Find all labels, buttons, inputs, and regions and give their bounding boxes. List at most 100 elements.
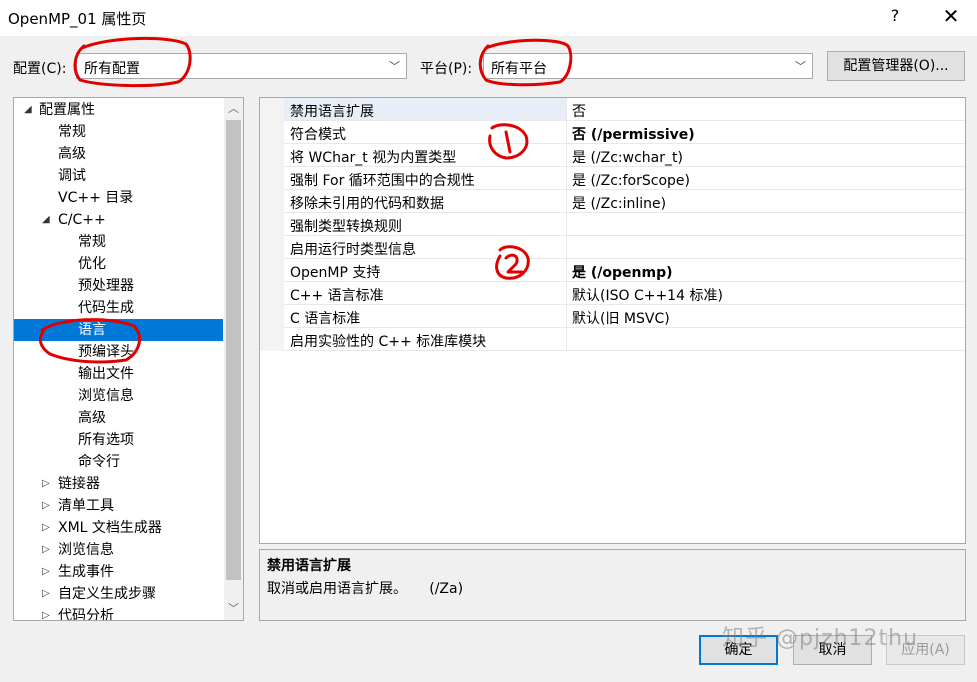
tree-item[interactable]: 高级 [14, 143, 223, 165]
tree-item[interactable]: ▷ 生成事件 [14, 561, 223, 583]
tree-item[interactable]: ◢ 配置属性 [14, 99, 223, 121]
chevron-down-icon: ﹀ [389, 60, 400, 73]
property-value[interactable]: 是 (/Zc:wchar_t) [572, 147, 683, 167]
tree-item[interactable]: 预处理器 [14, 275, 223, 297]
tree-item[interactable]: 高级 [14, 407, 223, 429]
property-row[interactable]: 启用实验性的 C++ 标准库模块 [284, 328, 965, 351]
property-name: 移除未引用的代码和数据 [290, 196, 444, 212]
config-label: 配置(C): [13, 61, 67, 77]
title-bar: OpenMP_01 属性页 ? ✕ [0, 0, 977, 36]
tree-item-label: 优化 [78, 256, 106, 272]
tree-item[interactable]: 所有选项 [14, 429, 223, 451]
property-row[interactable]: 启用运行时类型信息 [284, 236, 965, 259]
property-name: 强制类型转换规则 [290, 219, 402, 235]
tree-item-label: 预编译头 [78, 344, 134, 360]
tree-item[interactable]: 语言 [14, 319, 223, 341]
collapsed-arrow-icon[interactable]: ▷ [42, 605, 50, 620]
tree-item-label: 代码分析 [58, 608, 114, 621]
tree-item[interactable]: ▷ 清单工具 [14, 495, 223, 517]
help-button[interactable]: ? [886, 6, 904, 25]
tree-item-label: 预处理器 [78, 278, 134, 294]
tree-item[interactable]: ▷ XML 文档生成器 [14, 517, 223, 539]
property-value[interactable]: 是 (/openmp) [572, 262, 673, 282]
tree-item-label: 高级 [78, 410, 106, 426]
tree-item[interactable]: 代码生成 [14, 297, 223, 319]
column-divider [566, 121, 567, 144]
tree-item[interactable]: 常规 [14, 231, 223, 253]
tree-item[interactable]: 常规 [14, 121, 223, 143]
property-row[interactable]: C 语言标准 默认(旧 MSVC) [284, 305, 965, 328]
scroll-thumb[interactable] [226, 120, 241, 580]
column-divider [566, 190, 567, 213]
property-value[interactable]: 否 [572, 101, 586, 121]
collapsed-arrow-icon[interactable]: ▷ [42, 539, 50, 561]
collapsed-arrow-icon[interactable]: ▷ [42, 583, 50, 605]
property-row[interactable]: 强制 For 循环范围中的合规性 是 (/Zc:forScope) [284, 167, 965, 190]
property-value[interactable]: 是 (/Zc:inline) [572, 193, 666, 213]
tree-item-label: XML 文档生成器 [58, 520, 162, 536]
property-value[interactable]: 是 (/Zc:forScope) [572, 170, 690, 190]
column-divider [566, 236, 567, 259]
tree-item-label: 语言 [78, 322, 106, 338]
tree-item[interactable]: 预编译头 [14, 341, 223, 363]
property-row[interactable]: 符合模式 否 (/permissive) [284, 121, 965, 144]
grid-gutter [260, 98, 284, 351]
property-tree[interactable]: ◢ 配置属性 常规 高级 调试 VC++ 目录 ◢ C/C++ 常规 优化 预处理器 代码生成 语言 预编… [13, 97, 244, 621]
property-row[interactable]: 禁用语言扩展 否 [284, 98, 965, 121]
expanded-arrow-icon[interactable]: ◢ [24, 99, 32, 121]
property-name: 启用实验性的 C++ 标准库模块 [290, 334, 487, 350]
tree-item[interactable]: 浏览信息 [14, 385, 223, 407]
tree-item-label: 清单工具 [58, 498, 114, 514]
column-divider [566, 213, 567, 236]
window-title: OpenMP_01 属性页 [8, 10, 147, 28]
close-button[interactable]: ✕ [940, 4, 962, 28]
property-row[interactable]: 强制类型转换规则 [284, 213, 965, 236]
platform-value: 所有平台 [491, 61, 547, 77]
property-name: C 语言标准 [290, 311, 361, 327]
tree-item[interactable]: ◢ C/C++ [14, 209, 223, 231]
tree-item[interactable]: VC++ 目录 [14, 187, 223, 209]
tree-item[interactable]: ▷ 代码分析 [14, 605, 223, 621]
property-row[interactable]: C++ 语言标准 默认(ISO C++14 标准) [284, 282, 965, 305]
column-divider [566, 305, 567, 328]
platform-dropdown[interactable]: 所有平台 ﹀ [483, 53, 813, 79]
tree-item-label: 命令行 [78, 454, 120, 470]
scroll-up-icon[interactable]: ︿ [224, 100, 243, 116]
collapsed-arrow-icon[interactable]: ▷ [42, 473, 50, 495]
property-row[interactable]: OpenMP 支持 是 (/openmp) [284, 259, 965, 282]
property-name: OpenMP 支持 [290, 265, 381, 281]
property-value[interactable]: 否 (/permissive) [572, 124, 695, 144]
watermark: 知乎 @pjzh12thu [722, 626, 919, 651]
column-divider [566, 98, 567, 121]
tree-item[interactable]: 输出文件 [14, 363, 223, 385]
tree-item-label: 配置属性 [39, 102, 95, 118]
property-row[interactable]: 移除未引用的代码和数据 是 (/Zc:inline) [284, 190, 965, 213]
collapsed-arrow-icon[interactable]: ▷ [42, 495, 50, 517]
tree-item[interactable]: 优化 [14, 253, 223, 275]
column-divider [566, 328, 567, 351]
property-value[interactable]: 默认(旧 MSVC) [572, 308, 670, 328]
collapsed-arrow-icon[interactable]: ▷ [42, 561, 50, 583]
scroll-down-icon[interactable]: ﹀ [224, 600, 243, 616]
tree-item[interactable]: 调试 [14, 165, 223, 187]
expanded-arrow-icon[interactable]: ◢ [42, 209, 50, 231]
tree-item[interactable]: ▷ 链接器 [14, 473, 223, 495]
tree-item[interactable]: ▷ 浏览信息 [14, 539, 223, 561]
config-dropdown[interactable]: 所有配置 ﹀ [76, 53, 407, 79]
description-pane: 禁用语言扩展 取消或启用语言扩展。 (/Za) [259, 549, 966, 621]
collapsed-arrow-icon[interactable]: ▷ [42, 517, 50, 539]
tree-item[interactable]: 命令行 [14, 451, 223, 473]
column-divider [566, 144, 567, 167]
tree-item-label: 输出文件 [78, 366, 134, 382]
tree-item-label: 生成事件 [58, 564, 114, 580]
tree-item-label: 浏览信息 [58, 542, 114, 558]
tree-scrollbar[interactable]: ︿ ﹀ [224, 98, 243, 620]
property-grid[interactable]: 禁用语言扩展 否符合模式否 (/permissive) 将 WChar_t 视为内置… [259, 97, 966, 544]
tree-item[interactable]: ▷ 自定义生成步骤 [14, 583, 223, 605]
config-manager-button[interactable]: 配置管理器(O)... [827, 51, 965, 81]
property-value[interactable]: 默认(ISO C++14 标准) [572, 285, 723, 305]
property-name: 禁用语言扩展 [290, 104, 374, 120]
description-text: 取消或启用语言扩展。 (/Za) [267, 581, 464, 597]
property-row[interactable]: 将 WChar_t 视为内置类型 是 (/Zc:wchar_t) [284, 144, 965, 167]
config-value: 所有配置 [84, 61, 140, 77]
